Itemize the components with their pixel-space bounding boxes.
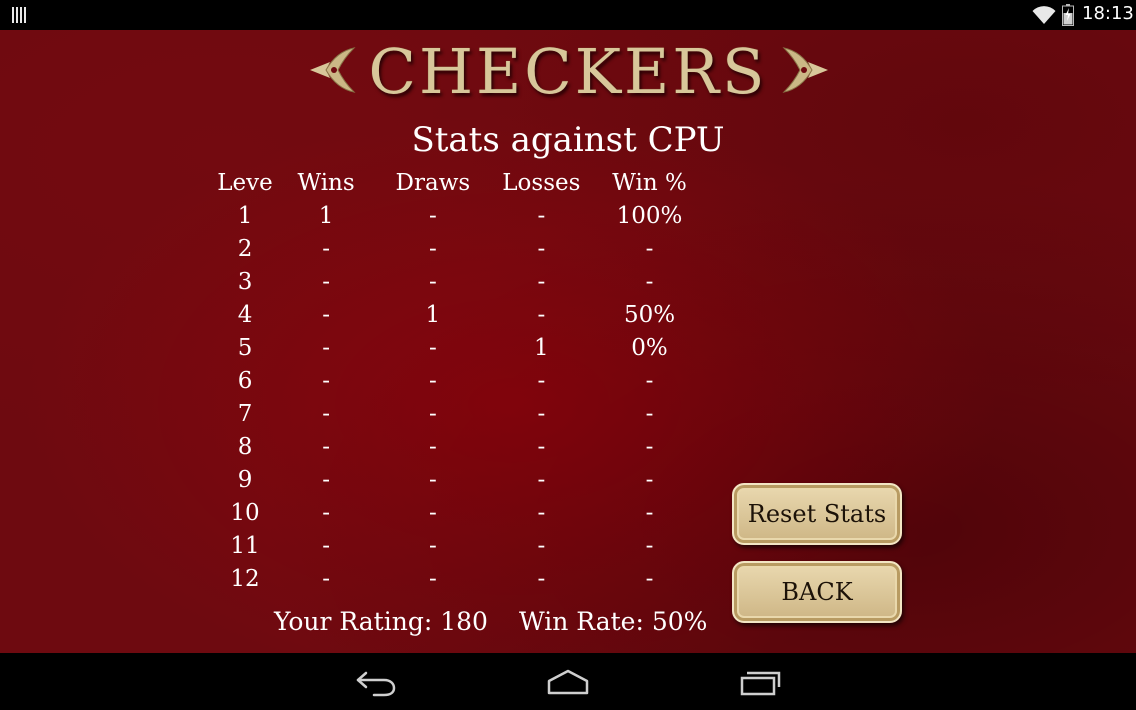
fleur-right-icon [782, 47, 828, 93]
screen: 18:13 CHECKERS Stats against CPU Leve Wi… [0, 0, 1136, 710]
cell-win-percent: - [645, 566, 654, 592]
cell-draws: - [428, 335, 437, 361]
recents-icon[interactable] [738, 667, 782, 697]
cell-losses: - [537, 566, 546, 592]
win-rate: Win Rate: 50% [519, 607, 708, 636]
stats-title: Stats against CPU [411, 120, 725, 160]
battery-icon [1062, 4, 1074, 26]
cell-losses: - [537, 236, 546, 262]
cell-level: 8 [237, 434, 253, 460]
cell-draws: 1 [425, 302, 441, 328]
cell-win-percent: - [645, 500, 654, 526]
cell-draws: - [428, 533, 437, 559]
cell-losses: - [537, 533, 546, 559]
wifi-icon [1032, 6, 1056, 24]
cell-level: 2 [237, 236, 253, 262]
cell-draws: - [428, 401, 437, 427]
cell-win-percent: 0% [631, 335, 668, 361]
table-row: 7 - - - - [205, 398, 715, 431]
cell-level: 10 [230, 500, 260, 526]
cell-wins: - [322, 335, 330, 361]
cell-draws: - [428, 203, 437, 229]
status-bar: 18:13 [0, 0, 1136, 30]
clock: 18:13 [1082, 3, 1134, 24]
header-losses: Losses [502, 169, 581, 196]
table-row: 9 - - - - [205, 464, 715, 497]
cell-level: 11 [230, 533, 260, 559]
cell-level: 4 [237, 302, 253, 328]
table-row: 4 - 1 - 50% [205, 299, 715, 332]
table-row: 12 - - - - [205, 563, 715, 596]
reset-stats-button[interactable]: Reset Stats [732, 483, 902, 545]
cell-win-percent: - [645, 401, 654, 427]
table-row: 8 - - - - [205, 431, 715, 464]
stats-table: Leve Wins Draws Losses Win % 1 1 - - 100… [205, 166, 715, 596]
cell-win-percent: - [645, 434, 654, 460]
cell-losses: - [537, 368, 546, 394]
cell-wins: - [322, 269, 330, 295]
cell-win-percent: - [645, 269, 654, 295]
header-draws: Draws [395, 169, 471, 196]
cell-losses: - [537, 500, 546, 526]
cell-win-percent: 100% [616, 203, 683, 229]
home-icon[interactable] [546, 667, 590, 697]
table-row: 11 - - - - [205, 530, 715, 563]
cell-draws: - [428, 269, 437, 295]
game-area: CHECKERS Stats against CPU Leve Wins Dra… [0, 30, 1136, 653]
cell-draws: - [428, 500, 437, 526]
cell-draws: - [428, 467, 437, 493]
cell-wins: - [322, 302, 330, 328]
cell-wins: - [322, 368, 330, 394]
cell-win-percent: - [645, 467, 654, 493]
back-icon[interactable] [354, 667, 398, 697]
cell-draws: - [428, 434, 437, 460]
table-row: 1 1 - - 100% [205, 200, 715, 233]
cell-win-percent: 50% [623, 302, 676, 328]
cell-wins: - [322, 500, 330, 526]
notification-icon [12, 7, 28, 23]
table-header-row: Leve Wins Draws Losses Win % [205, 166, 715, 200]
checkers-logo: CHECKERS [300, 34, 836, 110]
header-wins: Wins [297, 169, 355, 196]
cell-level: 12 [230, 566, 260, 592]
cell-losses: - [537, 302, 546, 328]
fleur-left-icon [310, 47, 356, 93]
cell-level: 9 [237, 467, 253, 493]
navigation-bar [0, 653, 1136, 710]
header-win-percent: Win % [612, 169, 687, 196]
cell-wins: - [322, 533, 330, 559]
cell-level: 6 [237, 368, 253, 394]
cell-losses: - [537, 467, 546, 493]
cell-losses: - [537, 401, 546, 427]
cell-losses: - [537, 203, 546, 229]
cell-wins: - [322, 566, 330, 592]
your-rating: Your Rating: 180 [274, 607, 488, 636]
cell-wins: - [322, 401, 330, 427]
cell-draws: - [428, 566, 437, 592]
cell-losses: - [537, 434, 546, 460]
cell-draws: - [428, 368, 437, 394]
cell-win-percent: - [645, 236, 654, 262]
table-row: 6 - - - - [205, 365, 715, 398]
logo-text: CHECKERS [368, 35, 768, 108]
cell-wins: - [322, 467, 330, 493]
cell-level: 1 [237, 203, 253, 229]
table-row: 2 - - - - [205, 233, 715, 266]
cell-win-percent: - [645, 368, 654, 394]
header-level: Leve [217, 169, 273, 196]
cell-level: 3 [237, 269, 253, 295]
cell-wins: - [322, 434, 330, 460]
table-row: 5 - - 1 0% [205, 332, 715, 365]
cell-losses: - [537, 269, 546, 295]
cell-level: 7 [237, 401, 253, 427]
cell-wins: - [322, 236, 330, 262]
table-row: 10 - - - - [205, 497, 715, 530]
back-button[interactable]: BACK [732, 561, 902, 623]
cell-losses: 1 [534, 335, 549, 361]
cell-wins: 1 [318, 203, 334, 229]
table-row: 3 - - - - [205, 266, 715, 299]
cell-draws: - [428, 236, 437, 262]
cell-level: 5 [237, 335, 253, 361]
cell-win-percent: - [645, 533, 654, 559]
